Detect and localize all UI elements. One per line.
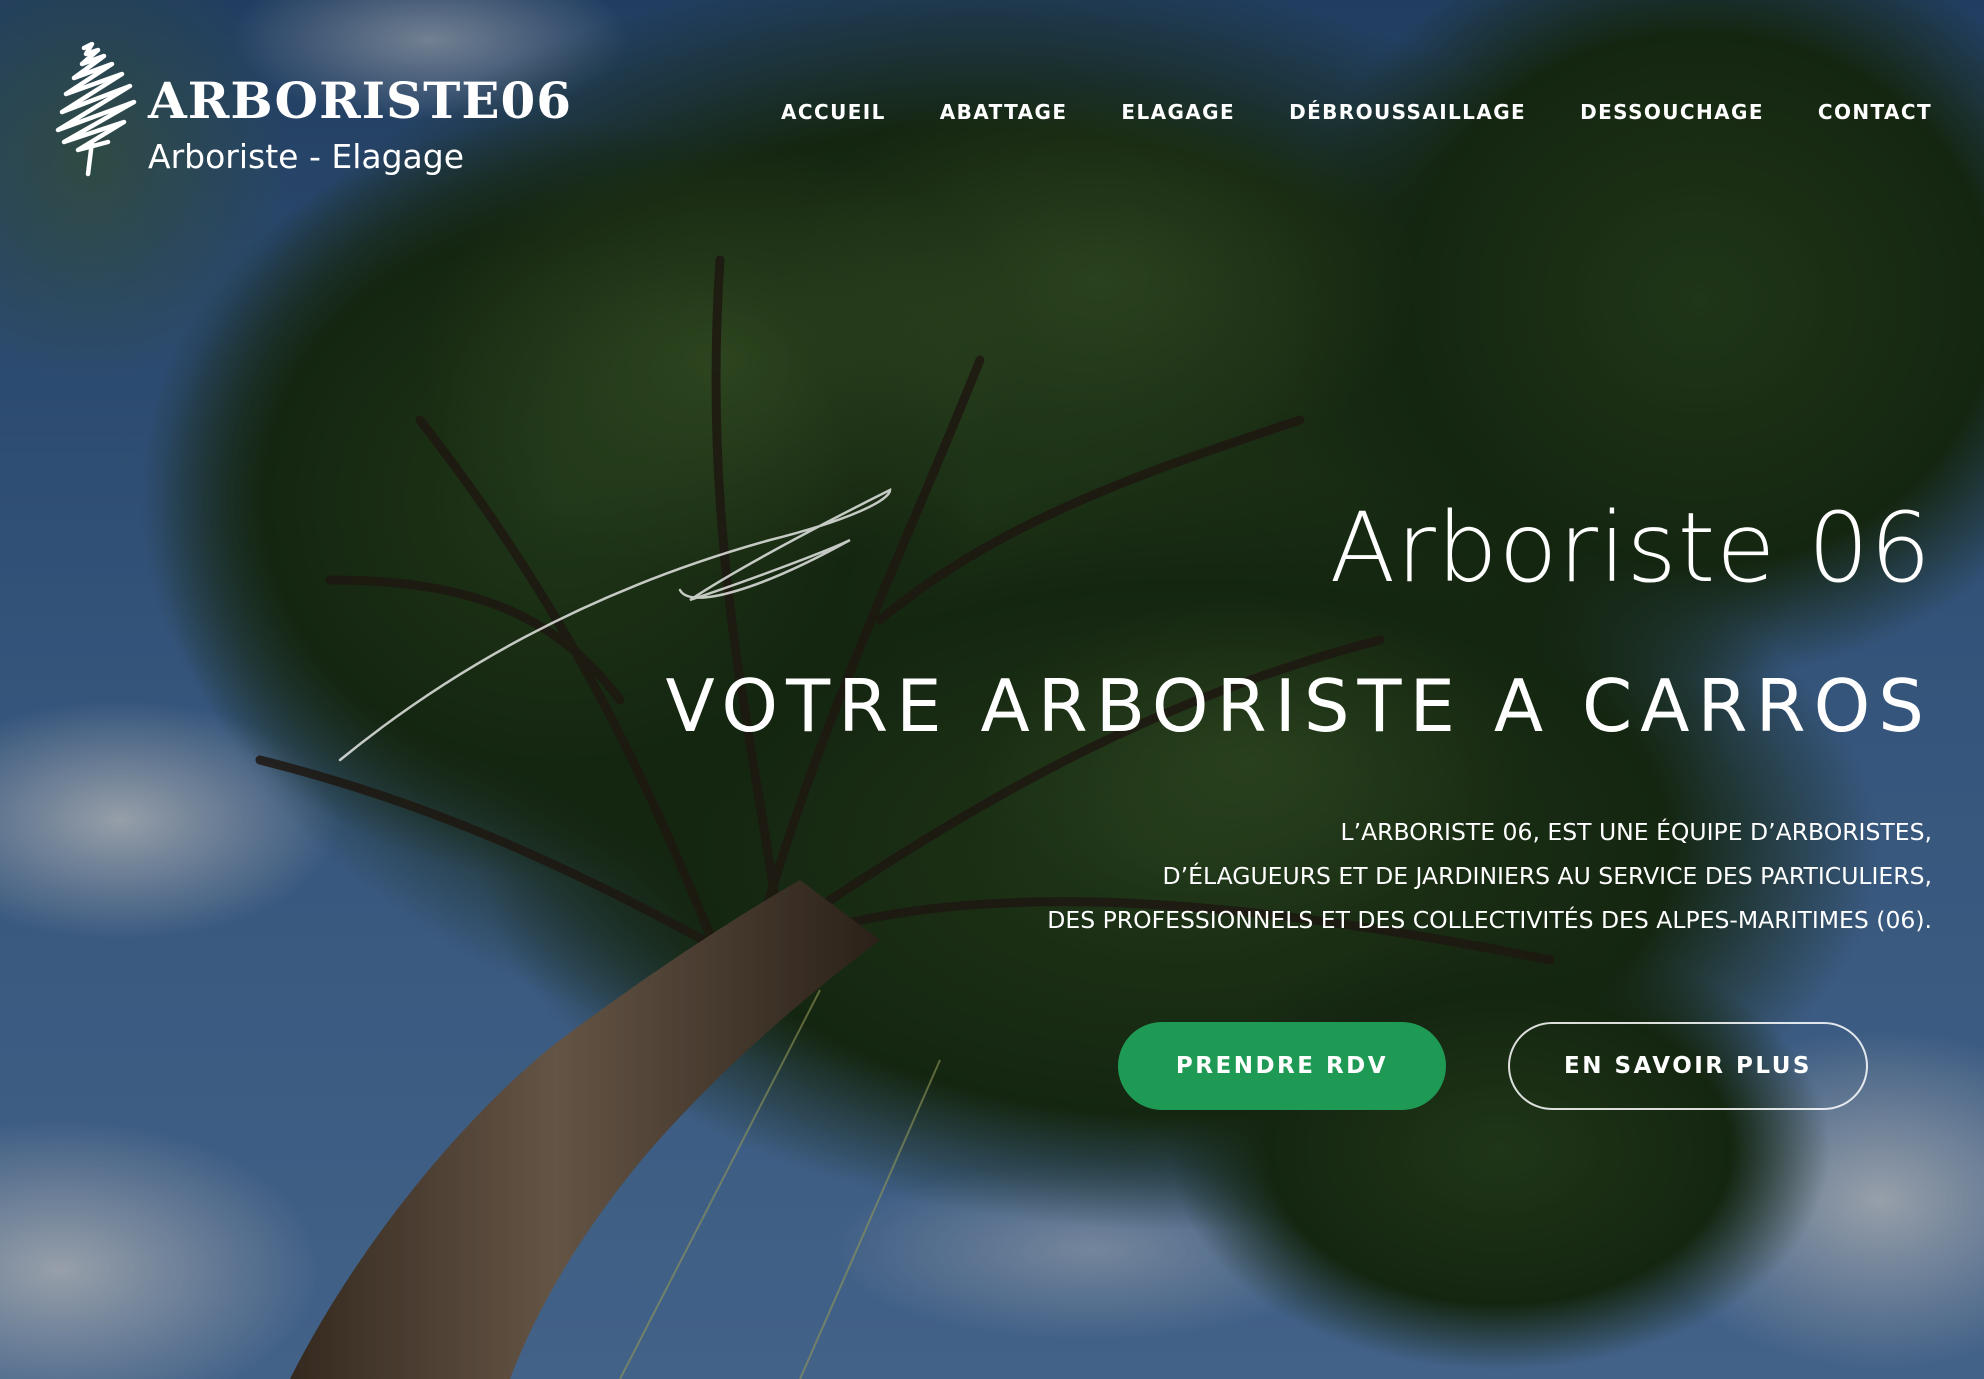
nav-item-contact[interactable]: CONTACT xyxy=(1818,100,1932,124)
site-logo[interactable]: ARBORISTE06 Arboriste - Elagage xyxy=(52,42,571,182)
nav-item-debroussaillage[interactable]: DÉBROUSSAILLAGE xyxy=(1289,100,1526,124)
nav-item-dessouchage[interactable]: DESSOUCHAGE xyxy=(1580,100,1764,124)
hero-section: ARBORISTE06 Arboriste - Elagage ACCUEIL … xyxy=(0,0,1984,1379)
hero-description-line: DES PROFESSIONNELS ET DES COLLECTIVITÉS … xyxy=(1047,906,1932,934)
nav-item-abattage[interactable]: ABATTAGE xyxy=(940,100,1068,124)
hero-kicker: Arboriste 06 xyxy=(1329,492,1932,604)
en-savoir-plus-button[interactable]: EN SAVOIR PLUS xyxy=(1508,1022,1868,1110)
prendre-rdv-button[interactable]: PRENDRE RDV xyxy=(1118,1022,1446,1110)
hero-description: L’ARBORISTE 06, EST UNE ÉQUIPE D’ARBORIS… xyxy=(1047,810,1932,942)
tree-scribble-icon xyxy=(55,42,137,177)
main-navigation: ACCUEIL ABATTAGE ELAGAGE DÉBROUSSAILLAGE… xyxy=(781,100,1932,124)
nav-item-accueil[interactable]: ACCUEIL xyxy=(781,100,886,124)
hero-description-line: D’ÉLAGUEURS ET DE JARDINIERS AU SERVICE … xyxy=(1162,862,1932,890)
hero-description-line: L’ARBORISTE 06, EST UNE ÉQUIPE D’ARBORIS… xyxy=(1340,818,1932,846)
nav-item-elagage[interactable]: ELAGAGE xyxy=(1121,100,1235,124)
hero-title: VOTRE ARBORISTE A CARROS xyxy=(665,664,1932,748)
logo-title: ARBORISTE06 xyxy=(148,71,573,130)
logo-subtitle: Arboriste - Elagage xyxy=(148,137,464,176)
